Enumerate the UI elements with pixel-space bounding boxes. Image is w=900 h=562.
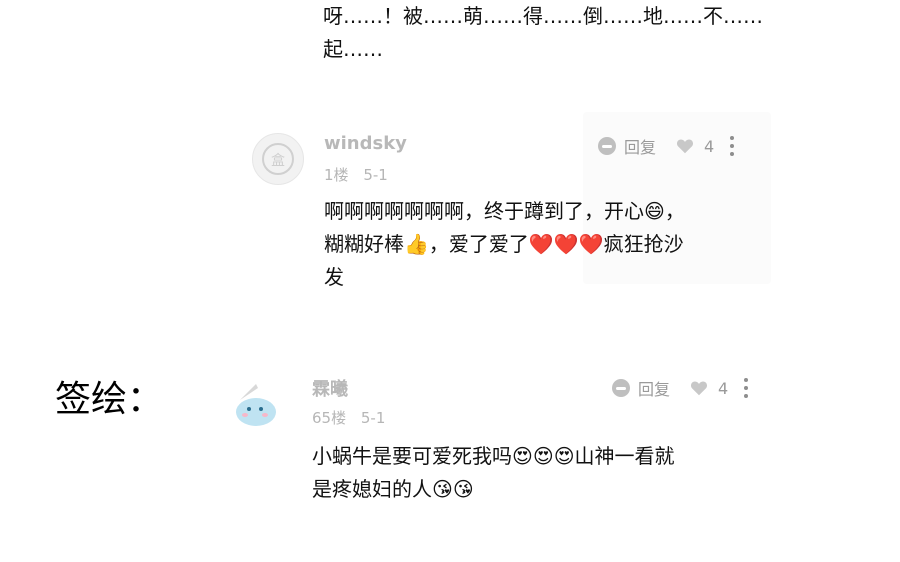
comment1-line3: 发 — [324, 265, 344, 289]
comment2-body: 小蜗牛是要可爱死我吗😍😍😍山神一看就 是疼媳妇的人😘😘 — [312, 440, 812, 506]
top-comment-line1: 呀……！被……萌……得……倒……地……不…… — [323, 4, 763, 28]
comment2-username[interactable]: 霖曦 — [312, 375, 348, 401]
comment1-line1: 啊啊啊啊啊啊啊，终于蹲到了，开心😄， — [324, 199, 685, 223]
comment1-avatar[interactable]: 盒 — [252, 133, 304, 185]
heart-icon — [677, 139, 694, 154]
comment2-line1: 小蜗牛是要可爱死我吗😍😍😍山神一看就 — [312, 444, 675, 468]
comment2-meta: 65楼 5-1 — [312, 407, 385, 428]
comment1-like-count: 4 — [704, 136, 715, 156]
snail-avatar-icon — [236, 384, 276, 426]
comment1-floor: 1楼 — [324, 166, 349, 184]
comment1-username[interactable]: windsky — [324, 133, 407, 154]
comment2-floor: 65楼 — [312, 409, 347, 427]
top-comment-line2: 起…… — [323, 37, 383, 61]
comment1-more-icon[interactable] — [730, 136, 735, 156]
avatar-placeholder-icon: 盒 — [262, 143, 294, 175]
comment1-meta: 1楼 5-1 — [324, 164, 388, 185]
comment1-date: 5-1 — [363, 166, 388, 184]
comment1-reply-label: 回复 — [624, 138, 657, 157]
comment2-like-button[interactable]: 4 — [690, 379, 728, 398]
comment2-reply-label: 回复 — [638, 380, 671, 399]
top-comment-text: 呀……！被……萌……得……倒……地……不…… 起…… — [323, 0, 783, 66]
comment1-body: 啊啊啊啊啊啊啊，终于蹲到了，开心😄， 糊糊好棒👍，爱了爱了❤️❤️❤️疯狂抢沙 … — [324, 195, 794, 294]
comment1-reply-button[interactable]: 回复 — [598, 134, 656, 158]
comment1-actions: 回复 4 — [598, 134, 735, 158]
reply-icon — [612, 379, 630, 397]
comment2-reply-button[interactable]: 回复 — [612, 376, 670, 400]
comment1-like-button[interactable]: 4 — [676, 137, 714, 156]
comment2-more-icon[interactable] — [744, 378, 749, 398]
comment2-actions: 回复 4 — [612, 376, 749, 400]
heart-icon — [691, 381, 708, 396]
comment2-line2: 是疼媳妇的人😘😘 — [312, 477, 474, 501]
comment1-line2: 糊糊好棒👍，爱了爱了❤️❤️❤️疯狂抢沙 — [324, 232, 684, 256]
comment2-date: 5-1 — [360, 409, 386, 427]
comment2-avatar[interactable] — [230, 378, 282, 430]
signature-label: 签绘： — [55, 379, 164, 420]
reply-icon — [598, 137, 616, 155]
comment2-like-count: 4 — [718, 378, 729, 398]
svg-text:盒: 盒 — [271, 152, 285, 169]
